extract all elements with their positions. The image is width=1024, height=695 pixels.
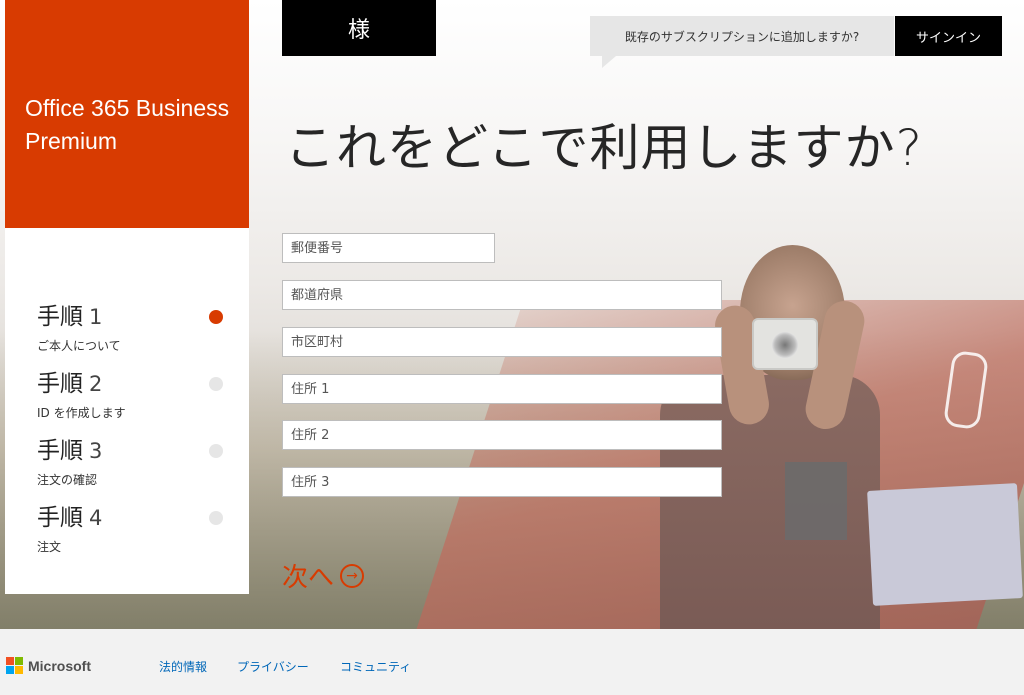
footer-link-legal[interactable]: 法的情報: [159, 658, 207, 675]
step-subtitle: 注文: [37, 540, 62, 554]
camera-image: [752, 318, 818, 370]
page-title: これをどこで利用しますか?: [285, 119, 924, 177]
step-title: 手順 1: [37, 303, 237, 331]
product-name-line2: Premium: [25, 128, 118, 154]
step-title: 手順 2: [37, 370, 237, 398]
next-button[interactable]: 次へ →: [282, 557, 365, 594]
step-number: 2: [89, 372, 103, 396]
shirt-pocket: [785, 462, 847, 540]
existing-subscription-bubble: 既存のサブスクリプションに追加しますか?: [590, 16, 894, 68]
product-banner: Office 365 Business Premium: [5, 0, 249, 228]
name-suffix: 様: [347, 18, 370, 43]
step-title-text: 手順: [37, 304, 83, 330]
step-title: 手順 3: [37, 437, 237, 465]
step-number: 3: [89, 439, 103, 463]
footer-link-community[interactable]: コミュニティ: [340, 658, 411, 675]
step-indicator-dot: [209, 444, 223, 458]
step-subtitle: ご本人について: [37, 339, 121, 353]
step-number: 1: [89, 305, 103, 329]
steps-panel: 手順 1 ご本人について 手順 2 ID を作成します 手順 3 注文の確認 手順 4 …: [5, 228, 249, 594]
book-image: [867, 483, 1023, 606]
step-1: 手順 1 ご本人について: [37, 303, 237, 354]
next-label: 次へ: [282, 563, 335, 593]
step-title: 手順 4: [37, 504, 237, 532]
product-name-line1: Office 365 Business: [25, 95, 230, 121]
microsoft-logo[interactable]: Microsoft: [6, 657, 91, 674]
existing-subscription-prompt: 既存のサブスクリプションに追加しますか?: [624, 29, 860, 44]
step-number: 4: [89, 506, 103, 530]
prefecture-field[interactable]: [282, 280, 722, 310]
microsoft-logo-icon: [6, 657, 23, 674]
step-indicator-dot: [209, 310, 223, 324]
footer: Microsoft 法的情報 プライバシー コミュニティ: [0, 629, 1024, 695]
step-title-text: 手順: [37, 438, 83, 464]
person-shirt: [660, 375, 880, 629]
step-title-text: 手順: [37, 505, 83, 531]
step-subtitle: ID を作成します: [37, 406, 126, 420]
step-indicator-dot: [209, 511, 223, 525]
microsoft-wordmark: Microsoft: [28, 657, 91, 674]
step-3: 手順 3 注文の確認: [37, 437, 237, 488]
step-2: 手順 2 ID を作成します: [37, 370, 237, 421]
signin-button[interactable]: サインイン: [895, 16, 1002, 56]
step-title-text: 手順: [37, 371, 83, 397]
customer-name-box: 様: [282, 0, 436, 56]
arrow-circle-right-icon: →: [340, 563, 365, 588]
footer-link-privacy[interactable]: プライバシー: [237, 658, 309, 675]
address2-field[interactable]: [282, 420, 722, 450]
address3-field[interactable]: [282, 467, 722, 497]
step-4: 手順 4 注文: [37, 504, 237, 555]
postal-code-field[interactable]: [282, 233, 495, 263]
city-field[interactable]: [282, 327, 722, 357]
step-indicator-dot: [209, 377, 223, 391]
step-subtitle: 注文の確認: [37, 473, 98, 487]
address1-field[interactable]: [282, 374, 722, 404]
